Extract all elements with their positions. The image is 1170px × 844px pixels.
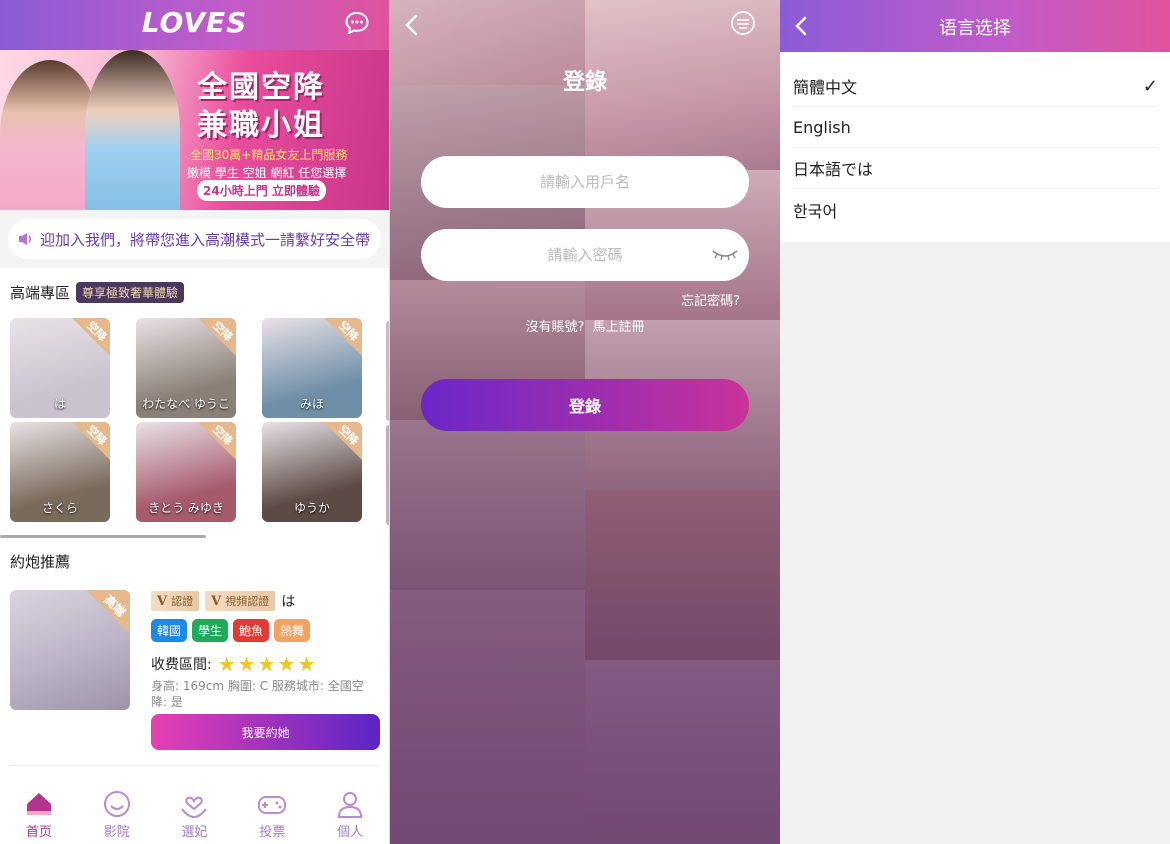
gamepad-icon [258, 796, 287, 814]
smile-icon [103, 791, 130, 817]
video-verified-badge: V 視頻認證 [205, 591, 276, 611]
app-logo: LOVES [141, 6, 248, 39]
tab-smile[interactable]: 影院 [78, 788, 156, 844]
tab-label: 投票 [259, 825, 286, 840]
register-row: 沒有賬號? 馬上註冊 [390, 316, 780, 335]
premium-section-header: 高端專區 尊享極致奢華體驗 [0, 268, 389, 304]
card-name: さくら [41, 501, 78, 515]
notice-pill: 迎加入我們，將帶您進入高潮模式一請繫好安全帶 [8, 219, 381, 259]
card-name: わたなべ ゆうこ [142, 397, 230, 411]
premium-card[interactable]: 空降 ゆうか [262, 422, 362, 522]
language-title: 语言选择 [939, 18, 1011, 39]
promo-banner[interactable]: 全國空降 兼職小姐 全國30萬+精品女友上門服務 嫩模 學生 空姐 網紅 任您選… [0, 50, 389, 210]
premium-grid: 空降は空降 わたなべ ゆうこ 空降 みほ空降 さくら 空降 きとう みゆき 空降 ゆうか [0, 318, 389, 530]
language-label: 한국어 [793, 201, 838, 221]
username-input[interactable] [421, 156, 749, 208]
bottom-tab-bar: 首页 影院 選妃 投票 個人 [0, 788, 389, 844]
rating-stars: ★ ★ ★ ★ ★ [216, 652, 316, 676]
tab-label: 影院 [103, 825, 130, 840]
star-icon: ★ [237, 652, 256, 676]
login-screen: 登錄 忘記密碼? 沒有賬號? 馬上註冊 登錄 [390, 0, 780, 844]
video-verified-label: 視頻認證 [225, 595, 270, 608]
speaker-icon [19, 233, 31, 245]
card-name: ゆうか [293, 501, 330, 515]
premium-card[interactable]: 空降 さくら [10, 422, 110, 522]
tab-label: 首页 [25, 825, 52, 840]
divider [10, 765, 379, 766]
recommend-title: 約炮推薦 [10, 553, 71, 571]
tag-badge: 鮑魚 [233, 619, 270, 642]
tab-gamepad[interactable]: 投票 [233, 788, 311, 844]
recommend-photo[interactable]: 高端 [10, 590, 130, 710]
banner-subline-2: 嫩模 學生 空姐 網紅 任您選擇 [187, 166, 347, 180]
check-icon: ✓ [1142, 75, 1158, 97]
star-icon: ★ [277, 652, 296, 676]
heart-hand-icon [181, 796, 208, 819]
language-icon[interactable] [730, 10, 756, 36]
language-label: English [793, 117, 851, 137]
premium-card[interactable]: 空降 みほ [262, 318, 362, 418]
star-icon: ★ [297, 652, 316, 676]
recommend-name: は [281, 594, 296, 610]
language-label: 日本語では [793, 160, 874, 179]
star-icon: ★ [217, 652, 236, 676]
language-list: 簡體中文 ✓ English 日本語では 한국어 [780, 52, 1170, 242]
chat-icon[interactable] [345, 12, 369, 34]
home-header: LOVES [0, 0, 389, 50]
card-name: きとう みゆき [148, 501, 224, 515]
verified-label: 認證 [171, 595, 194, 608]
tab-home[interactable]: 首页 [0, 788, 78, 844]
price-label: 收费區間: [151, 657, 212, 673]
login-title: 登錄 [562, 70, 607, 95]
tab-label: 個人 [337, 825, 364, 840]
star-icon: ★ [257, 652, 276, 676]
language-header: 语言选择 [780, 0, 1170, 52]
card-name: は [53, 397, 66, 411]
tag-badge: 學生 [192, 619, 229, 642]
notice-text: 迎加入我們，將帶您進入高潮模式一請繫好安全帶 [40, 230, 371, 249]
tab-heart-hand[interactable]: 選妃 [156, 788, 234, 844]
tab-label: 選妃 [181, 825, 208, 840]
banner-model-image [85, 50, 180, 210]
premium-card[interactable]: 空降 きとう みゆき [136, 422, 236, 522]
price-range: 收费區間: ★ ★ ★ ★ ★ [151, 652, 315, 676]
user-icon [338, 792, 363, 818]
language-option[interactable]: English [793, 107, 1158, 148]
back-arrow-icon[interactable] [404, 14, 420, 36]
card-name: みほ [299, 397, 324, 411]
book-her-button[interactable]: 我要約她 [151, 714, 380, 750]
home-screen: LOVES 全國空降 兼職小姐 全國30萬+精品女友上門服務 嫩模 學生 空姐 … [0, 0, 390, 844]
banner-cta: 24小時上門 立即體驗 [197, 180, 326, 201]
language-option[interactable]: 簡體中文 ✓ [793, 66, 1158, 107]
language-label: 簡體中文 [793, 78, 858, 97]
tag-badge: 韓國 [151, 619, 188, 642]
notice-bar: 迎加入我們，將帶您進入高潮模式一請繫好安全帶 [0, 210, 389, 268]
no-account-text: 沒有賬號? [525, 320, 585, 335]
premium-card[interactable]: 空降は [10, 318, 110, 418]
eye-closed-icon[interactable] [712, 248, 738, 262]
premium-title: 高端專區 [10, 283, 71, 302]
tab-user[interactable]: 個人 [311, 788, 389, 844]
language-option[interactable]: 한국어 [793, 189, 1158, 230]
premium-tag: 尊享極致奢華體驗 [76, 281, 185, 303]
password-input[interactable] [421, 229, 749, 281]
premium-card[interactable]: 空降 わたなべ ゆうこ [136, 318, 236, 418]
banner-headline-2: 兼職小姐 [197, 108, 325, 143]
language-screen: 语言选择 簡體中文 ✓ English 日本語では 한국어 [780, 0, 1170, 844]
verified-badge: V 認證 [151, 591, 200, 611]
home-icon [26, 793, 51, 815]
horizontal-scrollbar[interactable] [0, 535, 206, 538]
login-button[interactable]: 登錄 [421, 379, 749, 431]
banner-subline: 全國30萬+精品女友上門服務 [190, 148, 348, 162]
register-link[interactable]: 馬上註冊 [592, 320, 644, 335]
forgot-password-link[interactable]: 忘記密碼? [681, 290, 740, 309]
verify-badges: V 認證 V 視頻認證 は [151, 591, 295, 611]
recommend-info: 身高: 169cm 胸圍: C 服務城市: 全國空降: 是 [151, 679, 364, 709]
recommend-tags: 韓國 學生 鮑魚 熱舞 [151, 619, 311, 642]
language-option[interactable]: 日本語では [793, 148, 1158, 189]
tag-badge: 熱舞 [274, 619, 311, 642]
